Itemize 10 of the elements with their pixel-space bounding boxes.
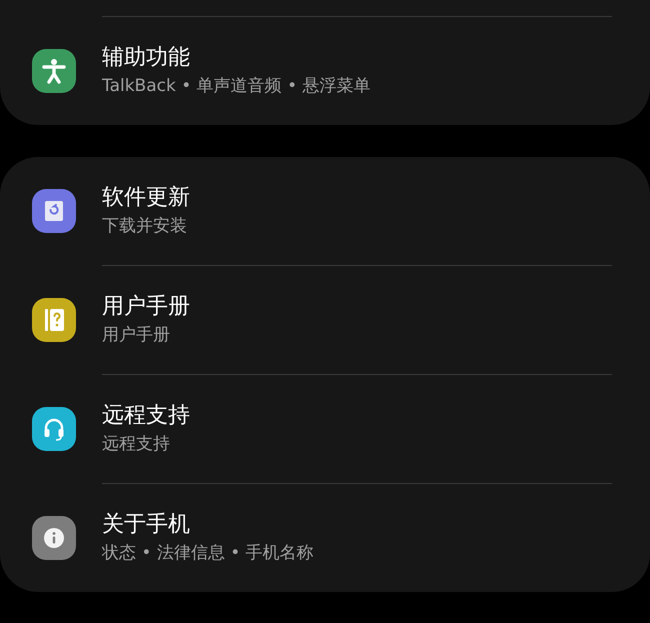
setting-summary: TalkBack • 单声道音频 • 悬浮菜单 xyxy=(102,75,370,98)
setting-summary: 下载并安装 xyxy=(102,215,188,238)
setting-summary: 远程支持 xyxy=(102,433,171,456)
setting-summary: 状态 • 法律信息 • 手机名称 xyxy=(102,542,314,565)
setting-title[interactable]: 关于手机 xyxy=(102,510,314,540)
setting-summary: 用户手册 xyxy=(102,324,171,347)
setting-title[interactable]: 用户手册 xyxy=(102,292,190,322)
setting-title[interactable]: 远程支持 xyxy=(102,401,190,431)
setting-title[interactable]: 辅助功能 xyxy=(102,43,370,73)
setting-title[interactable]: 软件更新 xyxy=(102,183,190,213)
